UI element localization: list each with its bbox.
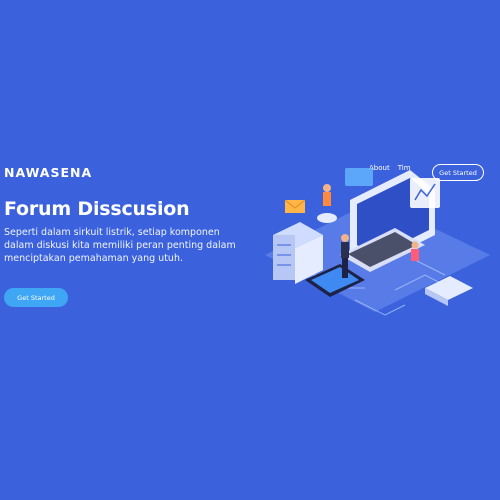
hero-illustration [265,168,490,316]
floating-chart-panel [345,168,373,186]
hero-title: Forum Disscusion [4,198,190,220]
hero-get-started-button[interactable]: Get Started [4,288,68,307]
hero-description: Seperti dalam sirkuit listrik, setiap ko… [4,227,236,264]
brand-logo[interactable]: NAWASENA [4,165,92,180]
